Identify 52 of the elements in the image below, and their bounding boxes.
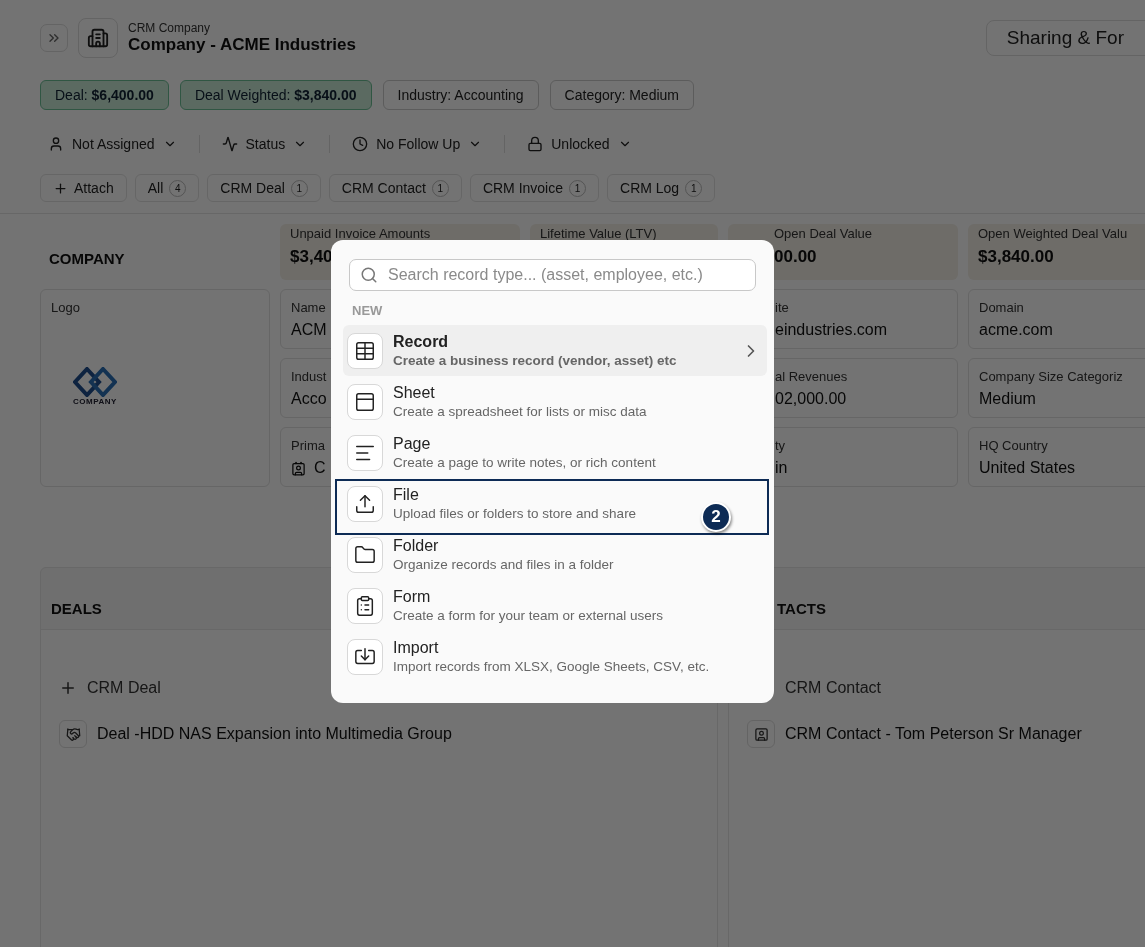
item-title: Page: [393, 435, 431, 453]
item-title: Record: [393, 333, 449, 351]
stat-label: Open Weighted Deal Valu: [978, 226, 1128, 241]
item-description: Upload files or folders to store and share: [393, 506, 637, 521]
section-heading: TACTS: [777, 600, 826, 617]
field-label: Prima: [291, 438, 325, 453]
field-label: Name: [291, 300, 326, 315]
record-title: Company - ACME Industries: [128, 35, 356, 55]
step-badge: 2: [701, 502, 731, 532]
field-label: ite: [775, 300, 789, 315]
field-label: al Revenues: [775, 369, 848, 384]
stat-value: 00.00: [774, 247, 817, 267]
item-title: Import: [393, 639, 439, 657]
field-value: ACM: [291, 321, 327, 339]
field-label: Logo: [51, 300, 80, 315]
stat-label: Lifetime Value (LTV): [540, 226, 657, 241]
section-heading: DEALS: [51, 600, 102, 617]
section-label: NEW: [352, 303, 384, 318]
item-title: Sheet: [393, 384, 435, 402]
logo-text: COMPANY: [73, 397, 117, 406]
field-value: acme.com: [979, 321, 1053, 339]
field-value: Acco: [291, 390, 327, 408]
section-heading: COMPANY: [48, 249, 126, 267]
summary-chip: Deal Weighted: $3,840.00: [179, 80, 372, 110]
item-description: Create a business record (vendor, asset) etc: [393, 353, 677, 368]
field-label: Indust: [291, 369, 327, 384]
summary-chip: Deal: $6,400.00: [40, 80, 169, 110]
stat-value: $3,40: [290, 247, 333, 267]
field-value: in: [775, 459, 788, 477]
item-description: Organize records and files in a folder: [393, 557, 614, 572]
field-value: Medium: [979, 390, 1036, 408]
field-label: HQ Country: [979, 438, 1048, 453]
item-description: Create a form for your team or external users: [393, 608, 664, 623]
item-title: Folder: [393, 537, 439, 555]
field-label: Domain: [979, 300, 1024, 315]
field-label: Company Size Categoriz: [979, 369, 1123, 384]
stat-value: $3,840.00: [978, 247, 1054, 267]
field-label: ty: [775, 438, 786, 453]
field-value: C: [314, 459, 326, 477]
field-value: United States: [979, 459, 1076, 477]
item-title: File: [393, 486, 419, 504]
field-value: eindustries.com: [775, 321, 888, 339]
summary-chip: Industry: Accounting: [382, 80, 539, 110]
item-description: Create a spreadsheet for lists or misc data: [393, 404, 647, 419]
item-description: Import records from XLSX, Google Sheets, CSV, etc.: [393, 659, 710, 674]
item-description: Create a page to write notes, or rich content: [393, 455, 656, 470]
summary-chip: Category: Medium: [549, 80, 694, 110]
breadcrumb: CRM Company: [128, 21, 212, 35]
item-title: Form: [393, 588, 431, 606]
field-value: 02,000.00: [775, 390, 847, 408]
stat-label: Unpaid Invoice Amounts: [290, 226, 431, 241]
stat-label: Open Deal Value: [774, 226, 873, 241]
